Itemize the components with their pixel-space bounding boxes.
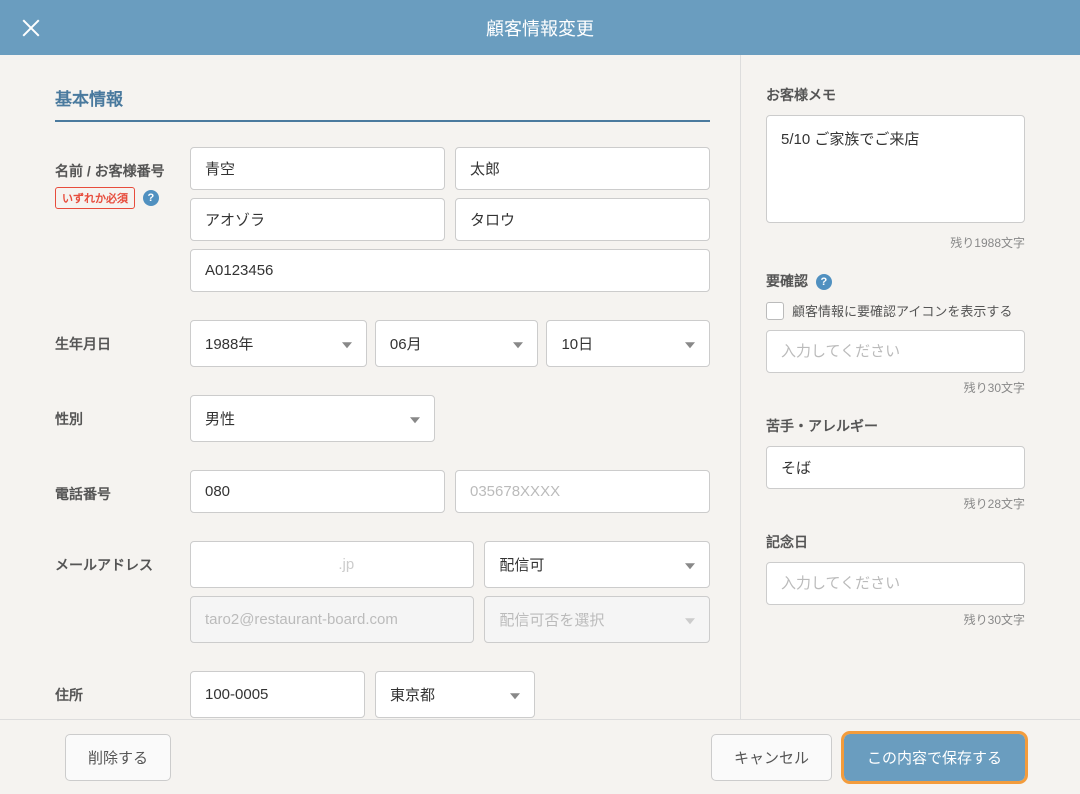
modal-header: 顧客情報変更 [0,0,1080,55]
label-gender: 性別 [55,395,190,429]
row-email: メールアドレス 配信可 配信可否を選択 [55,541,710,643]
memo-textarea[interactable] [766,115,1025,223]
confirm-checkbox-label: 顧客情報に要確認アイコンを表示する [792,301,1012,320]
email1-input[interactable] [190,541,474,588]
label-address: 住所 [55,671,190,705]
save-button[interactable]: この内容で保存する [844,734,1025,781]
modal-title: 顧客情報変更 [0,15,1080,41]
anniversary-input[interactable] [766,562,1025,605]
required-badge: いずれか必須 [55,187,135,209]
cancel-button[interactable]: キャンセル [711,734,832,781]
birth-year-select[interactable]: 1988年 [190,320,367,367]
phone1-input[interactable] [190,470,445,513]
allergy-count: 残り28文字 [766,495,1025,512]
content-area: 基本情報 名前 / お客様番号 いずれか必須 ? 生年月日 [0,55,1080,719]
section-title: 基本情報 [55,85,710,122]
row-birth: 生年月日 1988年 06月 10日 [55,320,710,367]
label-birth: 生年月日 [55,320,190,354]
allergy-input[interactable] [766,446,1025,489]
left-panel: 基本情報 名前 / お客様番号 いずれか必須 ? 生年月日 [0,55,740,719]
zip-input[interactable] [190,671,365,718]
surname-input[interactable] [190,147,445,190]
confirm-count: 残り30文字 [766,379,1025,396]
right-panel: お客様メモ 残り1988文字 要確認 ? 顧客情報に要確認アイコンを表示する 残… [740,55,1080,719]
label-memo: お客様メモ [766,85,1025,105]
row-phone: 電話番号 [55,470,710,513]
birth-day-select[interactable]: 10日 [546,320,710,367]
help-icon[interactable]: ? [143,190,159,206]
birth-month-select[interactable]: 06月 [375,320,539,367]
delete-button[interactable]: 削除する [65,734,171,781]
email2-input[interactable] [190,596,474,643]
gender-select[interactable]: 男性 [190,395,435,442]
phone2-input[interactable] [455,470,710,513]
row-name: 名前 / お客様番号 いずれか必須 ? [55,147,710,292]
customer-no-input[interactable] [190,249,710,292]
help-icon[interactable]: ? [816,274,832,290]
surname-kana-input[interactable] [190,198,445,241]
label-anniversary: 記念日 [766,532,1025,552]
email1-delivery-select[interactable]: 配信可 [484,541,710,588]
close-icon[interactable] [20,17,42,39]
confirm-checkbox-row: 顧客情報に要確認アイコンを表示する [766,301,1025,320]
label-name: 名前 / お客様番号 いずれか必須 ? [55,147,190,209]
label-confirm: 要確認 ? [766,271,1025,291]
given-kana-input[interactable] [455,198,710,241]
confirm-input[interactable] [766,330,1025,373]
row-gender: 性別 男性 [55,395,710,442]
row-address: 住所 東京都 [55,671,710,718]
anniversary-count: 残り30文字 [766,611,1025,628]
label-allergy: 苦手・アレルギー [766,416,1025,436]
label-email: メールアドレス [55,541,190,575]
prefecture-select[interactable]: 東京都 [375,671,535,718]
footer: 削除する キャンセル この内容で保存する [0,719,1080,794]
memo-count: 残り1988文字 [766,234,1025,251]
label-phone: 電話番号 [55,470,190,504]
confirm-checkbox[interactable] [766,302,784,320]
given-input[interactable] [455,147,710,190]
email2-delivery-select: 配信可否を選択 [484,596,710,643]
